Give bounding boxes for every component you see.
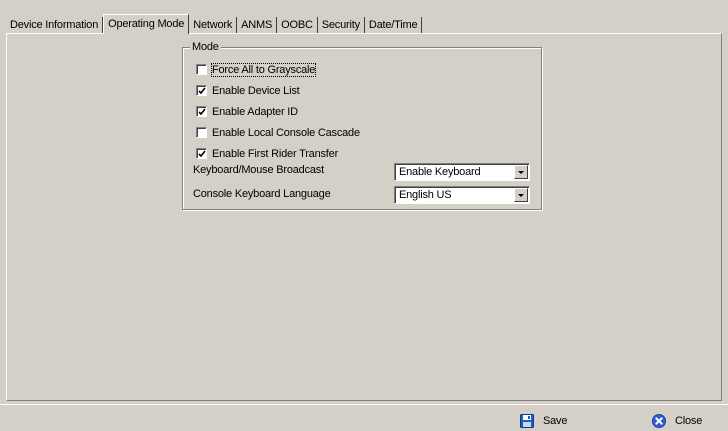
enable-first-rider-transfer-label: Enable First Rider Transfer (212, 147, 339, 160)
tab-operating-mode[interactable]: Operating Mode (103, 14, 190, 34)
tab-date-time[interactable]: Date/Time (365, 17, 423, 33)
enable-first-rider-transfer-checkbox-row[interactable]: Enable First Rider Transfer (196, 147, 338, 160)
tab-panel: Mode Force All to Grayscale Enable Devic… (6, 33, 722, 401)
broadcast-select[interactable]: Enable Keyboard (394, 163, 530, 181)
tab-oobc[interactable]: OOBC (277, 17, 318, 33)
tab-security[interactable]: Security (318, 17, 365, 33)
tab-network[interactable]: Network (189, 17, 238, 33)
enable-local-console-cascade-checkbox-row[interactable]: Enable Local Console Cascade (196, 126, 360, 139)
floppy-disk-icon (520, 414, 534, 428)
enable-device-list-checkbox[interactable] (196, 85, 207, 96)
enable-adapter-id-checkbox[interactable] (196, 106, 207, 117)
footer-divider (0, 404, 728, 405)
force-grayscale-checkbox[interactable] (196, 64, 207, 75)
force-grayscale-label: Force All to Grayscale (210, 62, 317, 77)
language-select[interactable]: English US (394, 186, 530, 204)
tab-device-information[interactable]: Device Information (6, 17, 104, 33)
chevron-down-icon[interactable] (514, 188, 528, 202)
close-label: Close (675, 415, 703, 427)
close-icon (652, 414, 666, 428)
enable-adapter-id-checkbox-row[interactable]: Enable Adapter ID (196, 105, 298, 118)
enable-local-console-cascade-label: Enable Local Console Cascade (212, 126, 360, 139)
enable-local-console-cascade-checkbox[interactable] (196, 127, 207, 138)
tab-strip: Device Information Operating Mode Networ… (6, 14, 423, 34)
save-label: Save (543, 415, 568, 427)
broadcast-select-value: Enable Keyboard (399, 166, 481, 178)
tab-anms[interactable]: ANMS (237, 17, 278, 33)
language-label: Console Keyboard Language (193, 188, 331, 200)
mode-group-title: Mode (190, 41, 221, 54)
enable-adapter-id-label: Enable Adapter ID (212, 105, 298, 118)
enable-device-list-checkbox-row[interactable]: Enable Device List (196, 84, 300, 97)
chevron-down-icon[interactable] (514, 165, 528, 179)
save-button[interactable]: Save (520, 414, 567, 428)
close-button[interactable]: Close (652, 414, 702, 428)
mode-groupbox: Mode Force All to Grayscale Enable Devic… (182, 41, 542, 210)
force-grayscale-checkbox-row[interactable]: Force All to Grayscale (196, 62, 317, 77)
enable-device-list-label: Enable Device List (212, 84, 300, 97)
broadcast-label: Keyboard/Mouse Broadcast (193, 164, 324, 176)
language-select-value: English US (399, 189, 452, 201)
enable-first-rider-transfer-checkbox[interactable] (196, 148, 207, 159)
